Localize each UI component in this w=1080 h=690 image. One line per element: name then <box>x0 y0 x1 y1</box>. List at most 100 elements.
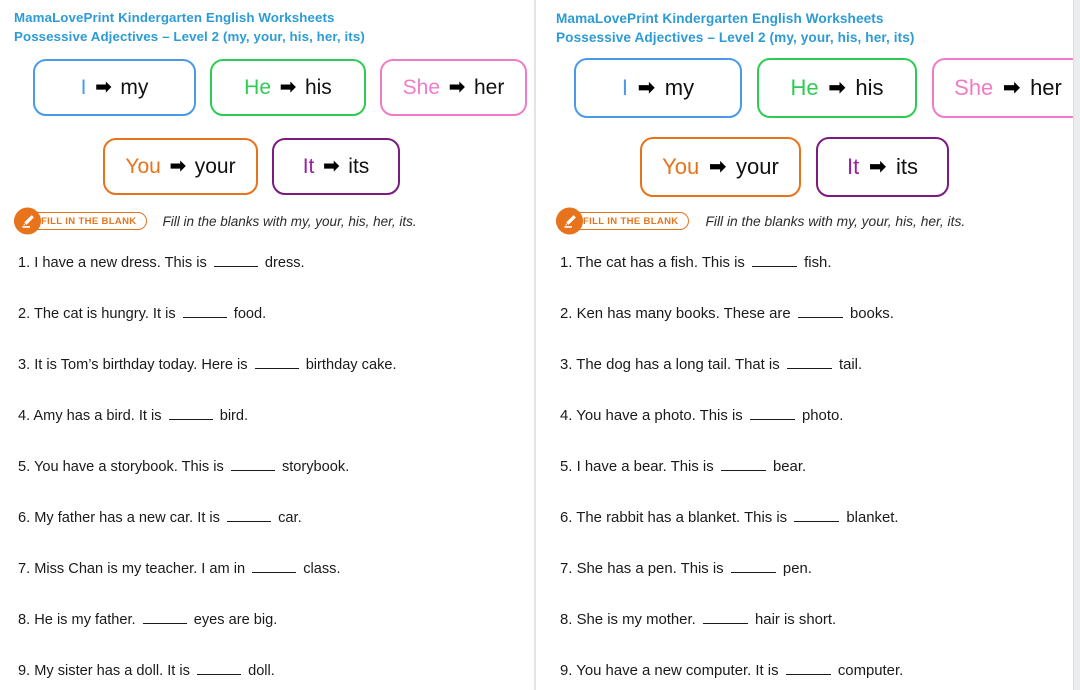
question-text-after: bird. <box>219 408 249 424</box>
question-number: 9. <box>560 663 573 679</box>
question-text-before: The rabbit has a blanket. This is <box>576 510 788 526</box>
question-text-before: I have a bear. This is <box>576 459 714 475</box>
question-text-before: She is my mother. <box>576 612 696 628</box>
question-number: 3. <box>560 357 573 373</box>
pronoun-label: He <box>790 75 819 100</box>
arrow-right-icon: ➡ <box>869 156 886 178</box>
answer-blank[interactable] <box>142 611 187 624</box>
possessive-label: your <box>194 154 236 178</box>
pronoun-box-she: She ➡ her <box>932 58 1073 118</box>
question-text-after: car. <box>278 510 302 526</box>
pronoun-box-he: He ➡ his <box>210 59 366 116</box>
answer-blank[interactable] <box>794 509 840 522</box>
question-text-before: He is my father. <box>34 612 136 628</box>
pronoun-box-row-1: I ➡ my He ➡ his She ➡ her <box>574 58 1073 118</box>
question-text-after: books. <box>849 306 894 322</box>
possessive-label: its <box>896 154 918 179</box>
question-number: 4. <box>18 408 31 424</box>
answer-blank[interactable] <box>702 611 748 624</box>
pronoun-label: She <box>402 75 441 99</box>
instruction-text: Fill in the blanks with my, your, his, h… <box>705 213 966 229</box>
badge-label: FILL IN THE BLANK <box>583 215 679 227</box>
pronoun-box-he: He ➡ his <box>757 58 917 118</box>
possessive-label: my <box>664 75 695 100</box>
pencil-icon <box>556 207 583 235</box>
possessive-label: her <box>1030 75 1062 100</box>
answer-blank[interactable] <box>227 509 272 522</box>
answer-blank[interactable] <box>730 560 776 573</box>
question-text-after: bear. <box>772 459 807 475</box>
pronoun-box-you: You ➡ your <box>103 138 258 195</box>
answer-blank[interactable] <box>797 305 843 318</box>
instruction-row: FILL IN THE BLANK Fill in the blanks wit… <box>14 207 417 235</box>
right-edge-strip <box>1073 0 1080 690</box>
question-text-before: It is Tom’s birthday today. Here is <box>34 357 248 373</box>
answer-blank[interactable] <box>182 305 227 318</box>
pronoun-box-row-2: You ➡ your It ➡ its <box>103 138 400 195</box>
question-number: 7. <box>18 561 31 577</box>
pronoun-label: She <box>954 75 994 100</box>
possessive-label: his <box>855 75 884 100</box>
question-item: 6. My father has a new car. It is car. <box>18 509 523 560</box>
question-number: 9. <box>18 663 31 679</box>
pronoun-box-you: You ➡ your <box>640 137 801 197</box>
answer-blank[interactable] <box>252 560 297 573</box>
answer-blank[interactable] <box>720 458 766 471</box>
question-list: 1. The cat has a fish. This is fish. 2. … <box>560 254 1065 690</box>
possessive-label: its <box>348 154 370 178</box>
question-item: 9. You have a new computer. It is comput… <box>560 662 1065 690</box>
question-text-before: Ken has many books. These are <box>576 306 791 322</box>
answer-blank[interactable] <box>749 407 795 420</box>
question-text-after: food. <box>233 306 267 322</box>
pronoun-label: It <box>847 154 860 179</box>
question-item: 3. It is Tom’s birthday today. Here is b… <box>18 356 523 407</box>
answer-blank[interactable] <box>752 254 797 267</box>
question-text-after: photo. <box>801 408 844 424</box>
worksheet-panel-right: MamaLovePrint Kindergarten English Works… <box>540 0 1073 690</box>
possessive-label: your <box>736 154 779 179</box>
answer-blank[interactable] <box>230 458 275 471</box>
question-number: 6. <box>18 510 31 526</box>
answer-blank[interactable] <box>254 356 299 369</box>
page-subtitle-line2: Possessive Adjectives – Level 2 (my, you… <box>14 29 365 44</box>
page-title-line1: MamaLovePrint Kindergarten English Works… <box>556 11 884 26</box>
arrow-right-icon: ➡ <box>709 156 727 178</box>
pronoun-label: You <box>662 154 700 179</box>
question-item: 8. She is my mother. hair is short. <box>560 611 1065 662</box>
question-text-after: dress. <box>264 255 305 271</box>
pronoun-box-i: I ➡ my <box>33 59 196 116</box>
page-subtitle-line2: Possessive Adjectives – Level 2 (my, you… <box>556 30 915 45</box>
badge-label: FILL IN THE BLANK <box>41 215 137 227</box>
question-item: 2. The cat is hungry. It is food. <box>18 305 523 356</box>
question-number: 3. <box>18 357 31 373</box>
question-text-after: storybook. <box>281 459 350 475</box>
arrow-right-icon: ➡ <box>323 156 340 177</box>
answer-blank[interactable] <box>197 662 242 675</box>
answer-blank[interactable] <box>213 254 258 267</box>
pronoun-box-she: She ➡ her <box>380 59 527 116</box>
question-item: 5. You have a storybook. This is storybo… <box>18 458 523 509</box>
arrow-right-icon: ➡ <box>95 77 112 98</box>
pronoun-label: It <box>302 154 315 178</box>
question-text-before: My father has a new car. It is <box>34 510 220 526</box>
instruction-text: Fill in the blanks with my, your, his, h… <box>162 213 417 229</box>
fill-in-the-blank-badge: FILL IN THE BLANK <box>14 207 147 235</box>
question-list: 1. I have a new dress. This is dress. 2.… <box>18 254 523 690</box>
question-text-before: You have a storybook. This is <box>33 459 224 475</box>
question-number: 6. <box>560 510 573 526</box>
question-text-before: Amy has a bird. It is <box>33 408 162 424</box>
question-text-before: My sister has a doll. It is <box>34 663 190 679</box>
arrow-right-icon: ➡ <box>1003 77 1021 99</box>
pronoun-box-it: It ➡ its <box>272 138 400 195</box>
answer-blank[interactable] <box>785 662 831 675</box>
answer-blank[interactable] <box>168 407 213 420</box>
question-text-after: fish. <box>804 255 832 271</box>
question-text-before: I have a new dress. This is <box>34 255 207 271</box>
pronoun-box-row-2: You ➡ your It ➡ its <box>640 137 949 197</box>
answer-blank[interactable] <box>786 356 832 369</box>
worksheet-panel-left: MamaLovePrint Kindergarten English Works… <box>0 0 533 690</box>
question-number: 1. <box>18 255 31 271</box>
possessive-label: my <box>120 75 149 99</box>
arrow-right-icon: ➡ <box>638 77 655 99</box>
question-text-before: You have a new computer. It is <box>576 663 779 679</box>
